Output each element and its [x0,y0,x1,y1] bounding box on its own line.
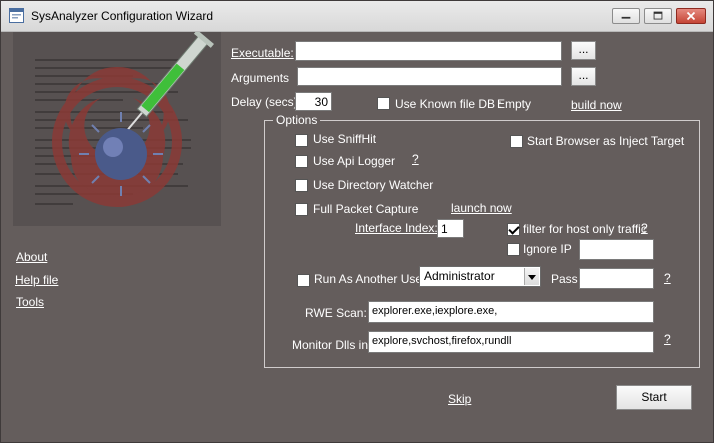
build-now-link[interactable]: build now [571,98,622,112]
use-sniffhit-checkbox[interactable] [295,134,308,147]
close-button[interactable] [676,8,706,24]
run-as-user-label: Run As Another User [314,272,427,286]
use-sniffhit-label: Use SniffHit [313,132,377,146]
run-as-user-checkbox[interactable] [297,274,310,287]
biohazard-virus-syringe-image [35,32,214,207]
maximize-icon [653,11,663,20]
use-api-logger-checkbox[interactable] [295,155,308,168]
use-directory-watcher-label: Use Directory Watcher [313,178,434,192]
minimize-icon [621,16,631,19]
use-known-file-db-label: Use Known file DB : [395,97,502,111]
start-button[interactable]: Start [616,385,692,410]
full-packet-capture-checkbox[interactable] [295,203,308,216]
rwe-scan-field[interactable]: explorer.exe,iexplore.exe, [368,301,654,323]
executable-label[interactable]: Executable: [231,46,294,60]
browse-executable-button[interactable]: ... [571,41,596,60]
full-packet-capture-label: Full Packet Capture [313,202,419,216]
interface-index-field[interactable]: 1 [437,219,464,238]
start-browser-checkbox[interactable] [510,135,523,148]
browse-arguments-button[interactable]: ... [571,67,596,86]
user-select[interactable]: Administrator [419,266,541,287]
use-directory-watcher-checkbox[interactable] [295,179,308,192]
api-logger-help-link[interactable]: ? [412,152,419,166]
use-known-file-db-checkbox[interactable] [377,97,390,110]
options-group-title: Options [273,113,321,127]
chevron-down-icon [524,268,539,285]
monitor-dlls-label: Monitor Dlls in: [292,338,372,352]
monitor-dlls-help-link[interactable]: ? [664,332,671,346]
executable-field[interactable] [295,41,562,61]
maximize-button[interactable] [644,8,672,24]
splash-artwork [13,32,221,226]
close-icon [686,11,696,21]
password-field[interactable] [579,268,654,289]
app-window-icon [9,8,24,23]
help-file-link[interactable]: Help file [15,273,58,287]
tools-link[interactable]: Tools [16,295,44,309]
ignore-ip-field[interactable] [579,239,654,260]
delay-label: Delay (secs) [231,95,298,109]
delay-field[interactable]: 30 [295,92,332,111]
known-file-db-status: Empty [497,97,532,111]
filter-host-help-link[interactable]: ? [641,221,648,235]
skip-link[interactable]: Skip [448,392,471,406]
window-title: SysAnalyzer Configuration Wizard [31,9,214,23]
user-select-value: Administrator [424,269,495,283]
title-bar: SysAnalyzer Configuration Wizard [1,1,713,32]
about-link[interactable]: About [16,250,47,264]
ignore-ip-label: Ignore IP [523,242,572,256]
rwe-scan-label: RWE Scan: [305,306,367,320]
filter-host-label: filter for host only traffic [523,222,647,236]
monitor-dlls-field[interactable]: explore,svchost,firefox,rundll [368,331,654,353]
pass-label: Pass [551,272,578,286]
run-as-user-help-link[interactable]: ? [664,271,671,285]
main-window: SysAnalyzer Configuration Wizard About H… [0,0,714,443]
ignore-ip-checkbox[interactable] [507,243,520,256]
minimize-button[interactable] [612,8,640,24]
start-browser-label: Start Browser as Inject Target [527,134,685,148]
use-api-logger-label: Use Api Logger [313,154,396,168]
filter-host-checkbox[interactable] [507,223,520,236]
arguments-label: Arguments [231,71,290,85]
interface-index-label[interactable]: Interface Index: [355,221,438,235]
launch-now-link[interactable]: launch now [451,201,512,215]
arguments-field[interactable] [297,67,562,86]
